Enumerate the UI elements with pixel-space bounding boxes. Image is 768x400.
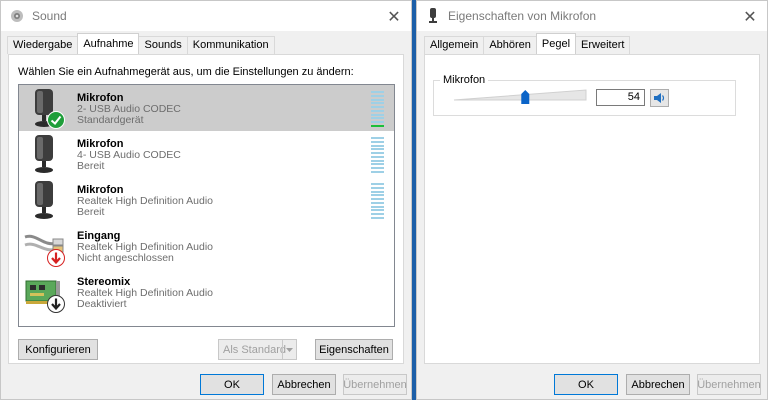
meter-bar xyxy=(371,194,384,197)
disabled-down-arrow-icon xyxy=(47,295,65,316)
microphone-icon xyxy=(23,177,69,223)
tab-aufnahme[interactable]: Aufnahme xyxy=(77,33,140,54)
set-default-button[interactable]: Als Standard xyxy=(218,339,297,360)
sound-tabs: Wiedergabe Aufnahme Sounds Kommunikation xyxy=(7,33,275,54)
meter-bar xyxy=(371,117,384,120)
unplugged-red-arrow-icon xyxy=(47,249,65,270)
meter-bar xyxy=(371,159,384,162)
ok-button[interactable]: OK xyxy=(554,374,618,395)
meter-bar xyxy=(371,152,384,155)
meter-bar xyxy=(371,91,384,93)
meter-bar xyxy=(371,155,384,158)
level-value-field[interactable]: 54 xyxy=(596,89,645,106)
meter-bar xyxy=(371,144,384,147)
properties-titlebar[interactable]: Eigenschaften von Mikrofon ✕ xyxy=(417,1,767,31)
meter-bar xyxy=(371,102,384,105)
meter-bar xyxy=(371,124,384,127)
tab-allgemein[interactable]: Allgemein xyxy=(424,36,485,54)
close-icon[interactable]: ✕ xyxy=(733,1,767,31)
tab-kommunikation[interactable]: Kommunikation xyxy=(186,36,275,54)
chevron-down-icon[interactable] xyxy=(282,340,296,359)
microphone-icon xyxy=(425,8,441,24)
list-item[interactable]: Stereomix Realtek High Definition Audio … xyxy=(19,269,394,315)
level-slider[interactable] xyxy=(453,88,587,104)
list-item[interactable]: Mikrofon Realtek High Definition Audio B… xyxy=(19,177,394,223)
meter-bar xyxy=(371,113,384,116)
device-status: Deaktiviert xyxy=(77,298,127,310)
meter-bar xyxy=(371,148,384,151)
meter-bar xyxy=(371,137,384,139)
level-group-label: Mikrofon xyxy=(440,74,489,86)
meter-bar xyxy=(371,170,384,173)
meter-bar xyxy=(371,205,384,208)
window-title: Sound xyxy=(32,9,67,23)
close-icon[interactable]: ✕ xyxy=(377,1,411,31)
tab-wiedergabe[interactable]: Wiedergabe xyxy=(7,36,79,54)
device-status: Nicht angeschlossen xyxy=(77,252,174,264)
tab-sounds[interactable]: Sounds xyxy=(138,36,188,54)
meter-bar xyxy=(371,121,384,124)
sound-titlebar[interactable]: Sound ✕ xyxy=(1,1,411,31)
level-meter xyxy=(371,183,384,219)
level-meter xyxy=(371,91,384,127)
speaker-volume-icon[interactable] xyxy=(650,89,669,107)
level-meter xyxy=(371,137,384,173)
ok-button[interactable]: OK xyxy=(200,374,264,395)
meter-bar xyxy=(371,190,384,193)
meter-bar xyxy=(371,201,384,204)
configure-button[interactable]: Konfigurieren xyxy=(18,339,98,360)
meter-bar xyxy=(371,209,384,212)
meter-bar xyxy=(371,106,384,109)
instruction-text: Wählen Sie ein Aufnahmegerät aus, um die… xyxy=(18,66,354,78)
apply-button[interactable]: Übernehmen xyxy=(343,374,407,395)
sound-card-icon xyxy=(23,269,69,315)
meter-bar xyxy=(371,216,384,219)
device-status: Standardgerät xyxy=(77,114,144,126)
meter-bar xyxy=(371,167,384,170)
meter-bar xyxy=(371,198,384,201)
apply-button[interactable]: Übernehmen xyxy=(697,374,761,395)
window-title: Eigenschaften von Mikrofon xyxy=(448,9,597,23)
list-item[interactable]: Mikrofon 2- USB Audio CODEC Standardgerä… xyxy=(19,85,394,131)
microphone-icon xyxy=(23,131,69,177)
properties-button[interactable]: Eigenschaften xyxy=(315,339,393,360)
properties-tabs: Allgemein Abhören Pegel Erweitert xyxy=(424,33,631,54)
device-status: Bereit xyxy=(77,160,105,172)
default-check-icon xyxy=(47,111,65,132)
meter-bar xyxy=(371,163,384,166)
list-item[interactable]: Eingang Realtek High Definition Audio Ni… xyxy=(19,223,394,269)
set-default-label: Als Standard xyxy=(223,343,286,356)
tab-pegel[interactable]: Pegel xyxy=(535,33,577,54)
cancel-button[interactable]: Abbrechen xyxy=(272,374,336,395)
tab-erweitert[interactable]: Erweitert xyxy=(575,36,631,54)
speaker-app-icon xyxy=(9,8,25,24)
meter-bar xyxy=(371,213,384,216)
tab-abhoeren[interactable]: Abhören xyxy=(483,36,537,54)
recording-device-list[interactable]: Mikrofon 2- USB Audio CODEC Standardgerä… xyxy=(18,84,395,327)
meter-bar xyxy=(371,98,384,101)
list-item[interactable]: Mikrofon 4- USB Audio CODEC Bereit xyxy=(19,131,394,177)
meter-bar xyxy=(371,186,384,189)
line-in-cable-icon xyxy=(23,223,69,269)
microphone-icon xyxy=(23,85,69,131)
meter-bar xyxy=(371,94,384,97)
slider-thumb[interactable] xyxy=(521,90,530,104)
meter-bar xyxy=(371,140,384,143)
meter-bar xyxy=(371,109,384,112)
cancel-button[interactable]: Abbrechen xyxy=(626,374,690,395)
device-status: Bereit xyxy=(77,206,105,218)
meter-bar xyxy=(371,183,384,185)
